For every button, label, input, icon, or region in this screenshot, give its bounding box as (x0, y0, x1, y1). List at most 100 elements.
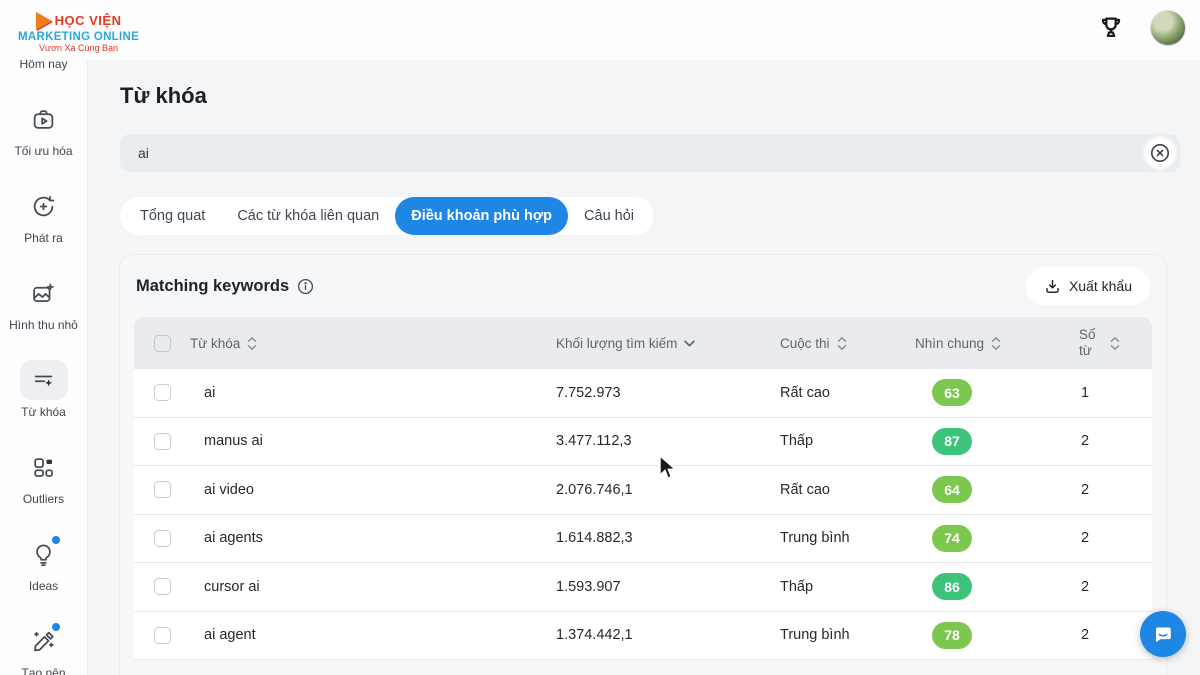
word-count-cell: 1 (1065, 385, 1152, 401)
competition-cell: Thấp (730, 579, 910, 595)
keyword-cell: cursor ai (190, 579, 490, 595)
search-volume-cell: 1.374.442,1 (490, 627, 730, 643)
sidebar-item-label: Hình thu nhỏ (9, 318, 78, 333)
clear-search-button[interactable] (1142, 135, 1178, 171)
row-checkbox[interactable] (154, 578, 171, 595)
sort-icon (990, 336, 1002, 351)
word-count-cell: 2 (1065, 627, 1152, 643)
select-all-checkbox[interactable] (154, 335, 171, 352)
search-volume-cell: 7.752.973 (490, 385, 730, 401)
search-volume-cell: 2.076.746,1 (490, 482, 730, 498)
keyword-cell: manus ai (190, 433, 490, 449)
filter-tabs: Tổng quatCác từ khóa liên quanĐiều khoản… (120, 197, 654, 235)
sidebar-item-label: Tạo nên (21, 666, 65, 675)
sidebar-item-tao-nen[interactable]: Tạo nên (2, 621, 86, 675)
tab-3[interactable]: Điều khoản phù hợp (395, 197, 568, 235)
search-volume-cell: 1.614.882,3 (490, 530, 730, 546)
sidebar-item-tu-khoa[interactable]: Từ khóa (2, 360, 86, 420)
brand-line2: MARKETING ONLINE (18, 31, 139, 43)
column-header[interactable]: Cuộc thi (730, 336, 910, 351)
keyword-cell: ai agent (190, 627, 490, 643)
table-row[interactable]: ai agents1.614.882,3Trung bình742 (134, 515, 1152, 564)
competition-cell: Rất cao (730, 385, 910, 401)
overall-score-badge: 87 (932, 428, 972, 455)
brand-line1: HỌC VIỆN (55, 14, 122, 28)
word-count-cell: 2 (1065, 530, 1152, 546)
column-header-label: Từ khóa (190, 336, 240, 351)
word-count-cell: 2 (1065, 482, 1152, 498)
sidebar-item-phat-ra[interactable]: Phát ra (2, 186, 86, 246)
tab-2[interactable]: Các từ khóa liên quan (221, 197, 395, 235)
column-header[interactable]: Khối lượng tìm kiếm (490, 336, 730, 351)
competition-cell: Trung bình (730, 627, 910, 643)
brand-line3: Vươn Xa Cùng Bạn (39, 44, 118, 53)
column-header[interactable]: Từ khóa (190, 336, 490, 351)
sort-icon (836, 336, 848, 351)
tab-1[interactable]: Tổng quat (124, 197, 221, 235)
row-checkbox[interactable] (154, 627, 171, 644)
overall-score-badge: 74 (932, 525, 972, 552)
row-checkbox[interactable] (154, 530, 171, 547)
sort-icon (683, 337, 696, 350)
sort-icon (1109, 336, 1121, 351)
row-checkbox[interactable] (154, 433, 171, 450)
column-header-label: Khối lượng tìm kiếm (556, 336, 677, 351)
sidebar-item-label: Phát ra (24, 231, 63, 246)
search-input[interactable] (120, 145, 1142, 161)
competition-cell: Rất cao (730, 482, 910, 498)
keywords-table: Từ khóa Khối lượng tìm kiếm Cuộc thi Nhìn c… (134, 317, 1152, 660)
column-header[interactable]: Số từ (1065, 327, 1152, 358)
sidebar-item-outliers[interactable]: Outliers (2, 447, 86, 507)
overall-score-badge: 63 (932, 379, 972, 406)
table-row[interactable]: ai video2.076.746,1Rất cao 64 2 (134, 466, 1152, 515)
sidebar-item-label: Ideas (29, 579, 58, 594)
sidebar-nav: Hôm nayTối ưu hóaPhát raHình thu nhỏTừ k… (0, 0, 88, 675)
column-header-label: Số từ (1079, 327, 1103, 358)
sidebar-item-toi-uu-hoa[interactable]: Tối ưu hóa (2, 99, 86, 159)
chat-bubble-button[interactable] (1140, 611, 1186, 657)
sidebar-item-hinh-thu-nho[interactable]: Hình thu nhỏ (2, 273, 86, 333)
avatar[interactable] (1150, 10, 1186, 46)
pencil-icon (31, 629, 56, 654)
overall-score-badge: 64 (932, 476, 972, 503)
column-header-label: Nhìn chung (915, 336, 984, 351)
search-volume-cell: 3.477.112,3 (490, 433, 730, 449)
info-icon[interactable] (297, 278, 314, 295)
sidebar-item-ideas[interactable]: Ideas (2, 534, 86, 594)
download-icon (1044, 278, 1061, 295)
optimize-icon (31, 107, 56, 132)
word-count-cell: 2 (1065, 433, 1152, 449)
sidebar-item-label: Outliers (23, 492, 64, 507)
competition-cell: Thấp (730, 433, 910, 449)
overall-score-badge: 86 (932, 573, 972, 600)
export-button-label: Xuất khẩu (1069, 278, 1132, 294)
search-volume-cell: 1.593.907 (490, 579, 730, 595)
overall-score-badge: 78 (932, 622, 972, 649)
notification-dot (52, 623, 60, 631)
matching-keywords-panel: Matching keywords Xuất khẩu Từ khóa Khối … (120, 255, 1166, 675)
keyword-cell: ai video (190, 482, 490, 498)
play-logo-icon (36, 12, 52, 30)
table-row[interactable]: ai7.752.973Rất cao631 (134, 369, 1152, 418)
sidebar-item-label: Tối ưu hóa (14, 144, 72, 159)
table-row[interactable]: manus ai3.477.112,3Thấp 87 2 (134, 418, 1152, 467)
search-bar (120, 134, 1180, 172)
notification-dot (52, 536, 60, 544)
topbar (0, 0, 1200, 60)
tab-4[interactable]: Câu hỏi (568, 197, 650, 235)
page-title: Từ khóa (120, 83, 207, 109)
export-button[interactable]: Xuất khẩu (1026, 267, 1150, 305)
column-header[interactable]: Nhìn chung (910, 336, 1065, 351)
table-row[interactable]: cursor ai1.593.907Thấp862 (134, 563, 1152, 612)
thumbnail-icon (31, 281, 56, 306)
column-header-label: Cuộc thi (780, 336, 830, 351)
row-checkbox[interactable] (154, 481, 171, 498)
chat-icon (1151, 622, 1175, 646)
row-checkbox[interactable] (154, 384, 171, 401)
trophy-icon[interactable] (1094, 8, 1128, 48)
sidebar-item-label: Từ khóa (21, 405, 66, 420)
panel-title: Matching keywords (136, 277, 289, 296)
keywords-icon (31, 368, 56, 393)
table-row[interactable]: ai agent1.374.442,1Trung bình 78 2 (134, 612, 1152, 661)
release-icon (31, 194, 56, 219)
